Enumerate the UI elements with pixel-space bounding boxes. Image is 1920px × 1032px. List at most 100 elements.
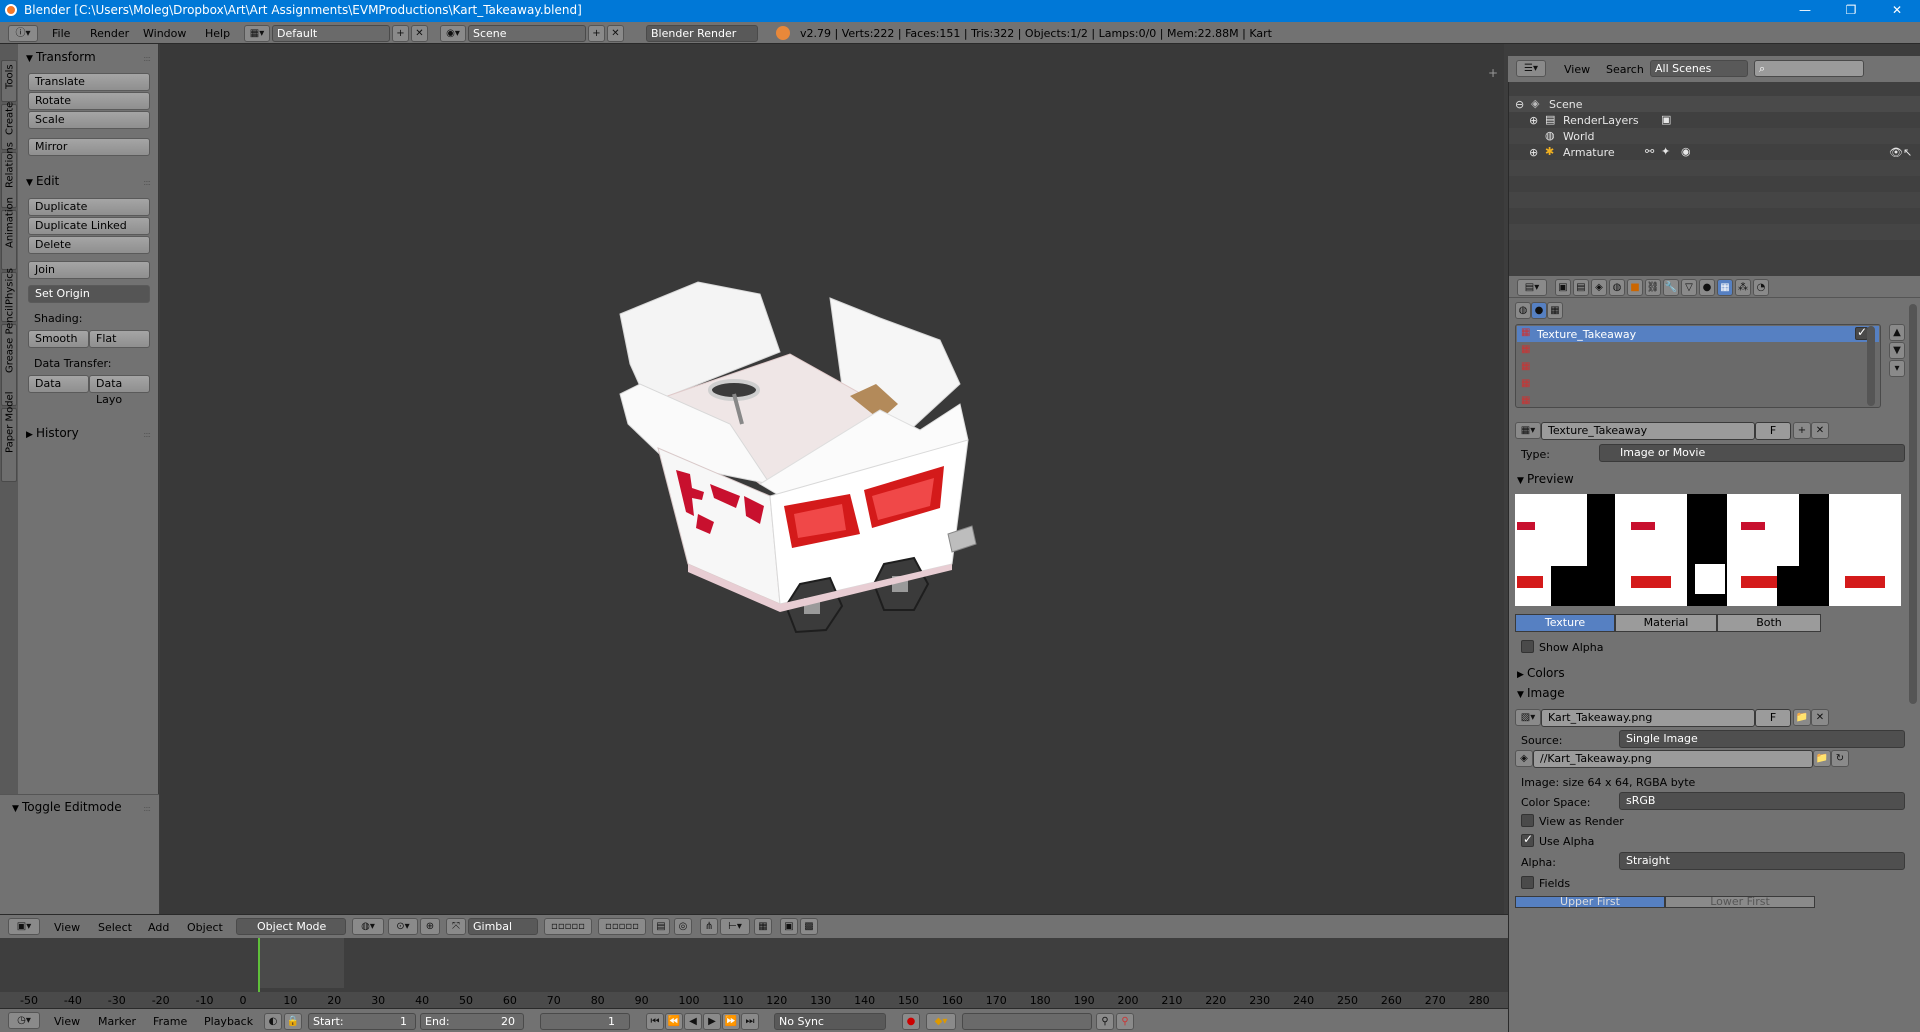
snap-icon[interactable]: ⋔ [700,918,718,935]
image-name-field[interactable]: Kart_Takeaway.png [1541,709,1755,727]
layers-grid-1-icon[interactable]: ▫▫▫▫▫ [544,918,592,935]
particles-tab-icon[interactable]: ⁂ [1735,279,1751,296]
preview-material-tab[interactable]: Material [1615,614,1717,632]
outliner-search-input[interactable]: ⌕ [1754,60,1864,77]
scale-button[interactable]: Scale [28,111,150,129]
transform-orientation-select[interactable]: Gimbal [468,918,538,935]
transform-panel-header[interactable]: ▼ Transform [26,50,96,64]
slot-list-scrollbar[interactable] [1867,326,1875,406]
material-texture-type-icon[interactable]: ● [1531,302,1547,319]
screen-layout-icon[interactable]: ▦▾ [244,25,270,42]
render-still-icon[interactable]: ▣ [780,918,798,935]
tab-animation[interactable]: Animation [1,197,17,270]
render-tab-icon[interactable]: ▣ [1555,279,1571,296]
colors-panel-header[interactable]: ▶ Colors [1517,666,1565,680]
data-layout-button[interactable]: Data Layo [89,375,150,406]
outliner[interactable]: ⊖ ◈ Scene ⊕ ▤ RenderLayers ▣ ◍ World ⊕ ✱… [1508,56,1920,276]
history-panel-header[interactable]: ▶ History [26,426,79,440]
menu-add[interactable]: Add [148,921,169,934]
outliner-editor-type-icon[interactable]: ☰▾ [1516,60,1546,77]
current-frame-field[interactable]: 1 [540,1013,630,1030]
current-frame-marker[interactable] [258,938,260,992]
empty-slot-icon[interactable]: ▦ [1521,344,1530,355]
flat-button[interactable]: Flat [89,330,150,348]
keying-set-icon[interactable]: ◆▾ [926,1013,956,1030]
3d-viewport[interactable]: + [160,44,1504,914]
show-alpha-checkbox[interactable] [1521,640,1534,653]
expand-armature-icon[interactable]: ⊕ [1529,146,1538,159]
drag-handle-icon[interactable]: :::: [143,178,151,187]
render-layer-icon[interactable]: ▣ [1661,113,1671,126]
properties-editor-type-icon[interactable]: ▤▾ [1517,279,1547,296]
alpha-mode-select[interactable]: Straight [1619,852,1905,870]
texture-tab-icon[interactable]: ▦ [1717,279,1733,296]
edit-panel-header[interactable]: ▼ Edit [26,174,59,188]
sync-mode-select[interactable]: No Sync [774,1013,886,1030]
menu-view[interactable]: View [1564,63,1590,76]
fake-user-toggle[interactable]: F [1755,422,1791,440]
color-space-select[interactable]: sRGB [1619,792,1905,810]
delete-keyframe-icon[interactable]: ⚲ [1116,1013,1134,1030]
join-button[interactable]: Join [28,261,150,279]
rotate-button[interactable]: Rotate [28,92,150,110]
menu-view[interactable]: View [54,1015,80,1028]
timeline-area[interactable]: -50 -40 -30 -20 -10 0 10 20 30 40 50 60 70 80 90 100 110… [0,938,1508,1010]
set-origin-dropdown[interactable]: Set Origin [28,285,150,303]
collapse-scene-icon[interactable]: ⊖ [1515,98,1524,111]
scene-tab-icon[interactable]: ◈ [1591,279,1607,296]
menu-help[interactable]: Help [205,27,230,40]
pivot-point-icon[interactable]: ⊙▾ [388,918,418,935]
armature-data-icon[interactable]: ⚯ [1645,145,1654,158]
transform-icon[interactable]: ⤧ [446,918,466,935]
takeaway-kart-model[interactable] [580,234,1000,644]
display-mode-select[interactable]: All Scenes [1650,60,1748,77]
preview-both-tab[interactable]: Both [1717,614,1821,632]
viewport-editor-type-icon[interactable]: ▣▾ [8,918,40,935]
modifiers-tab-icon[interactable]: 🔧 [1663,279,1679,296]
fields-checkbox[interactable] [1521,876,1534,889]
data-tab-icon[interactable]: ▽ [1681,279,1697,296]
visibility-toggle-icon[interactable]: 👁 [1889,146,1903,159]
menu-render[interactable]: Render [90,27,129,40]
menu-object[interactable]: Object [187,921,223,934]
texture-type-select[interactable]: Image or Movie [1599,444,1905,462]
open-image-icon[interactable]: 📁 [1793,709,1811,726]
proportional-edit-icon[interactable]: ◎ [674,918,692,935]
smooth-button[interactable]: Smooth [28,330,89,348]
end-frame-field[interactable]: End: 20 [420,1013,524,1030]
menu-window[interactable]: Window [143,27,186,40]
outliner-item-armature[interactable]: Armature [1563,146,1615,159]
layers-grid-2-icon[interactable]: ▫▫▫▫▫ [598,918,646,935]
outliner-item-world[interactable]: World [1563,130,1595,143]
drag-handle-icon[interactable]: :::: [143,804,151,813]
duplicate-button[interactable]: Duplicate [28,198,150,216]
jump-keyframe-forward-icon[interactable]: ⏩ [722,1013,740,1030]
drag-handle-icon[interactable]: :::: [143,430,151,439]
add-layout-icon[interactable]: + [392,25,409,42]
image-source-select[interactable]: Single Image [1619,730,1905,748]
drag-handle-icon[interactable]: :::: [143,54,151,63]
empty-slot-icon[interactable]: ▦ [1521,395,1530,406]
screen-layout-field[interactable]: Default [272,25,390,42]
close-button[interactable]: ✕ [1874,0,1920,22]
preview-range-icon[interactable]: ◐ [264,1013,282,1030]
move-slot-down-icon[interactable]: ▼ [1889,342,1905,359]
outliner-item-scene[interactable]: Scene [1549,98,1583,111]
world-tab-icon[interactable]: ◍ [1609,279,1625,296]
jump-keyframe-back-icon[interactable]: ⏪ [665,1013,683,1030]
lower-first-toggle[interactable]: Lower First [1665,896,1815,908]
delete-scene-icon[interactable]: ✕ [607,25,624,42]
minimize-button[interactable]: — [1782,0,1828,22]
preview-panel-header[interactable]: ▼ Preview [1517,472,1574,486]
add-scene-icon[interactable]: + [588,25,605,42]
physics-tab-icon[interactable]: ◔ [1753,279,1769,296]
browse-filepath-icon[interactable]: 📁 [1813,750,1831,767]
translate-button[interactable]: Translate [28,73,150,91]
material-tab-icon[interactable]: ● [1699,279,1715,296]
snap-target-icon[interactable]: ▦ [754,918,772,935]
outliner-item-renderlayers[interactable]: RenderLayers [1563,114,1639,127]
world-texture-type-icon[interactable]: ◍ [1515,302,1531,319]
object-mode-select[interactable]: Object Mode [236,918,346,935]
texture-browse-icon[interactable]: ▦▾ [1515,422,1541,439]
other-texture-type-icon[interactable]: ▦ [1547,302,1563,319]
